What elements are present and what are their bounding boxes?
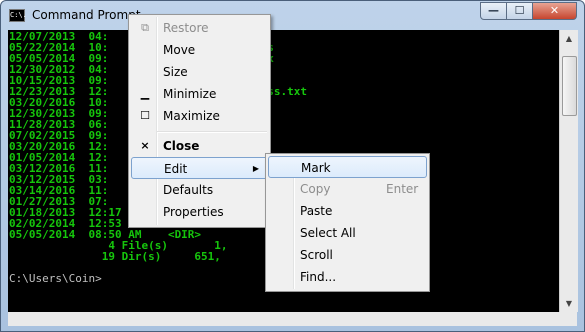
close-icon: × [140, 139, 150, 152]
close-button[interactable]: ✕ [532, 2, 577, 20]
menu-item-paste[interactable]: Paste [268, 200, 427, 222]
menu-item-label: Mark [301, 161, 331, 175]
menu-item-label: Properties [163, 205, 224, 219]
menu-item-label: Edit [164, 162, 188, 176]
menu-item-defaults[interactable]: Defaults [131, 179, 268, 201]
menu-item-label: Close [163, 139, 200, 153]
menu-item-label: Maximize [163, 109, 220, 123]
menu-item-move[interactable]: Move [131, 39, 268, 61]
submenu-arrow-icon: ▶ [252, 164, 259, 173]
menu-item-copy[interactable]: Copy Enter [268, 178, 427, 200]
menu-item-label: Copy [300, 182, 331, 196]
minimize-icon: ▁ [140, 87, 150, 100]
scroll-down-arrow-icon[interactable]: ▼ [560, 295, 578, 312]
title-bar[interactable]: C:\. Command Prompt — ☐ ✕ [1, 1, 584, 30]
menu-item-find[interactable]: Find... [268, 266, 427, 288]
menu-item-accelerator: Enter [386, 182, 419, 196]
menu-item-label: Scroll [300, 248, 333, 262]
menu-item-edit[interactable]: Edit ▶ [131, 157, 268, 179]
maximize-icon: ☐ [140, 109, 150, 122]
menu-item-label: Restore [163, 21, 209, 35]
menu-item-select-all[interactable]: Select All [268, 222, 427, 244]
console-line: 19 Dir(s) 651, [9, 250, 221, 263]
menu-item-properties[interactable]: Properties [131, 201, 268, 223]
menu-item-mark[interactable]: Mark [268, 156, 427, 178]
menu-item-restore[interactable]: ⧉ Restore [131, 17, 268, 39]
system-menu: ⧉ Restore Move Size ▁ Minimize ☐ Maximiz… [128, 14, 271, 228]
menu-item-size[interactable]: Size [131, 61, 268, 83]
menu-item-scroll[interactable]: Scroll [268, 244, 427, 266]
menu-item-maximize[interactable]: ☐ Maximize [131, 105, 268, 127]
vertical-scrollbar[interactable]: ▲ ▼ [559, 30, 578, 312]
minimize-button[interactable]: — [480, 2, 507, 20]
menu-item-label: Paste [300, 204, 333, 218]
menu-item-label: Find... [300, 270, 337, 284]
menu-item-label: Select All [300, 226, 356, 240]
maximize-button[interactable]: ☐ [506, 2, 533, 20]
edit-submenu: Mark Copy Enter Paste Select All Scroll … [265, 153, 430, 292]
command-prompt-line: C:\Users\Coin> [9, 272, 102, 285]
scrollbar-thumb[interactable] [562, 56, 577, 116]
menu-item-label: Defaults [163, 183, 214, 197]
menu-separator [157, 131, 267, 133]
menu-item-minimize[interactable]: ▁ Minimize [131, 83, 268, 105]
menu-item-label: Move [163, 43, 196, 57]
menu-item-label: Minimize [163, 87, 217, 101]
menu-item-label: Size [163, 65, 188, 79]
window-title: Command Prompt [32, 8, 141, 22]
window-bottom-edge [8, 312, 577, 326]
restore-icon: ⧉ [141, 21, 149, 34]
menu-item-close[interactable]: × Close [131, 135, 268, 157]
scroll-up-arrow-icon[interactable]: ▲ [560, 30, 578, 47]
cmd-app-icon[interactable]: C:\. [9, 9, 27, 22]
